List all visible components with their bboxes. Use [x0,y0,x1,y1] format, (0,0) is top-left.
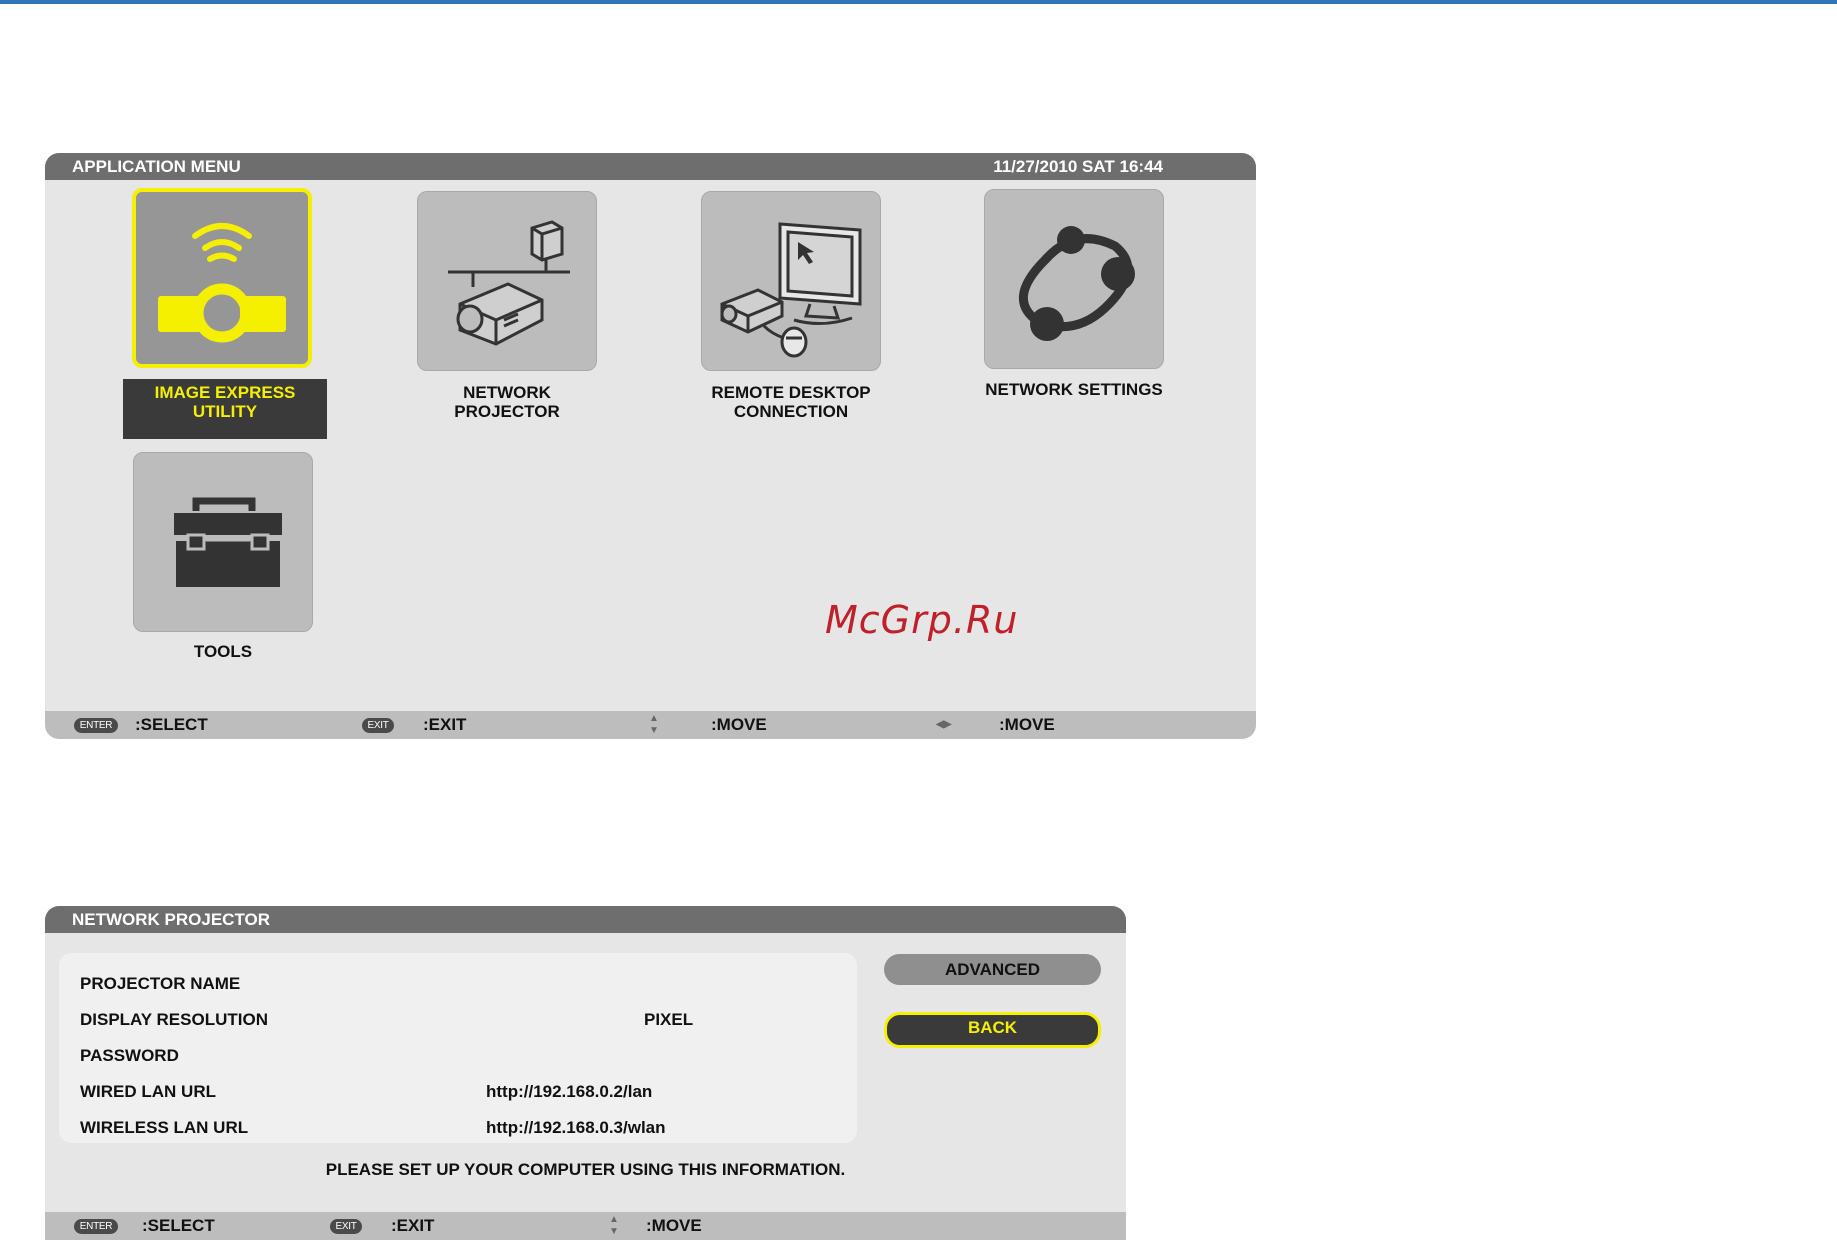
tile-label-network-settings: NETWORK SETTINGS [964,380,1184,399]
row-label-wireless-lan-url: WIRELESS LAN URL [80,1118,249,1137]
application-menu-footer: ENTER :SELECT EXIT :EXIT ▲ ▼ :MOVE ◀▶ :MO… [45,711,1256,739]
network-settings-tile[interactable] [984,189,1164,369]
tile-label-image-express: IMAGE EXPRESS UTILITY [123,379,327,439]
tile-label-tools: TOOLS [113,642,333,661]
tile-label-line: REMOTE DESKTOP [711,383,871,402]
info-box: PROJECTOR NAME DISPLAY RESOLUTION PIXEL … [59,953,857,1143]
image-express-utility-tile[interactable] [132,188,312,368]
tile-label-line: CONNECTION [733,402,849,421]
row-label-wired-lan-url: WIRED LAN URL [80,1082,216,1101]
tools-tile[interactable] [133,452,313,632]
row-value-display-resolution: PIXEL [644,1010,694,1029]
left-right-arrow-icon: ◀▶ [936,719,952,730]
network-projector-footer: ENTER :SELECT EXIT :EXIT ▲ ▼ :MOVE [45,1212,1126,1240]
tile-label-line: NETWORK [463,383,551,402]
up-down-arrow-icon: ▲ ▼ [649,713,659,736]
network-projector-header: NETWORK PROJECTOR [45,906,1126,933]
tile-label-line: IMAGE EXPRESS [154,383,296,402]
watermark: McGrp.Ru [825,598,1019,642]
application-menu-header: APPLICATION MENU 11/27/2010 SAT 16:44 [45,153,1256,180]
tile-label-line: NETWORK SETTINGS [985,380,1163,399]
advanced-button[interactable]: ADVANCED [884,954,1101,985]
tile-label-network-projector: NETWORK PROJECTOR [397,383,617,421]
network-projector-panel: NETWORK PROJECTOR PROJECTOR NAME DISPLAY… [45,906,1126,1240]
footer-move-vertical-hint: :MOVE [646,1216,702,1235]
row-label-password: PASSWORD [80,1046,179,1065]
remote-desktop-connection-tile[interactable] [701,191,881,371]
footer-select-hint: :SELECT [142,1216,215,1235]
row-value-wired-lan-url: http://192.168.0.2/lan [486,1082,653,1101]
network-projector-tile[interactable] [417,191,597,371]
footer-move-vertical-hint: :MOVE [711,715,767,734]
remote-desktop-icon [720,222,862,358]
panel-title: APPLICATION MENU [72,157,241,176]
exit-key-icon: EXIT [362,718,394,733]
panel-title: NETWORK PROJECTOR [72,910,271,929]
row-value-wireless-lan-url: http://192.168.0.3/wlan [486,1118,666,1137]
tile-label-line: UTILITY [192,402,258,421]
footer-exit-hint: :EXIT [391,1216,435,1235]
exit-key-icon: EXIT [330,1219,362,1234]
tile-label-remote-desktop: REMOTE DESKTOP CONNECTION [681,383,901,421]
footer-move-horizontal-hint: :MOVE [999,715,1055,734]
application-menu-panel: APPLICATION MENU 11/27/2010 SAT 16:44 IM… [45,153,1256,739]
toolbox-icon [174,497,282,587]
network-projector-icon [448,220,570,346]
up-down-arrow-icon: ▲ ▼ [609,1214,619,1237]
tile-label-line: TOOLS [193,642,253,661]
date-time: 11/27/2010 SAT 16:44 [993,157,1163,176]
enter-key-icon: ENTER [74,1219,118,1234]
row-label-display-resolution: DISPLAY RESOLUTION [80,1010,268,1029]
enter-key-icon: ENTER [74,718,118,733]
footer-select-hint: :SELECT [135,715,208,734]
setup-notice: PLEASE SET UP YOUR COMPUTER USING THIS I… [325,1160,846,1179]
network-settings-icon [1019,226,1135,341]
footer-exit-hint: :EXIT [423,715,467,734]
back-button[interactable]: BACK [884,1012,1101,1048]
image-express-icon [158,223,286,343]
row-label-projector-name: PROJECTOR NAME [80,974,241,993]
tile-label-line: PROJECTOR [454,402,560,421]
top-accent-line [0,0,1837,4]
